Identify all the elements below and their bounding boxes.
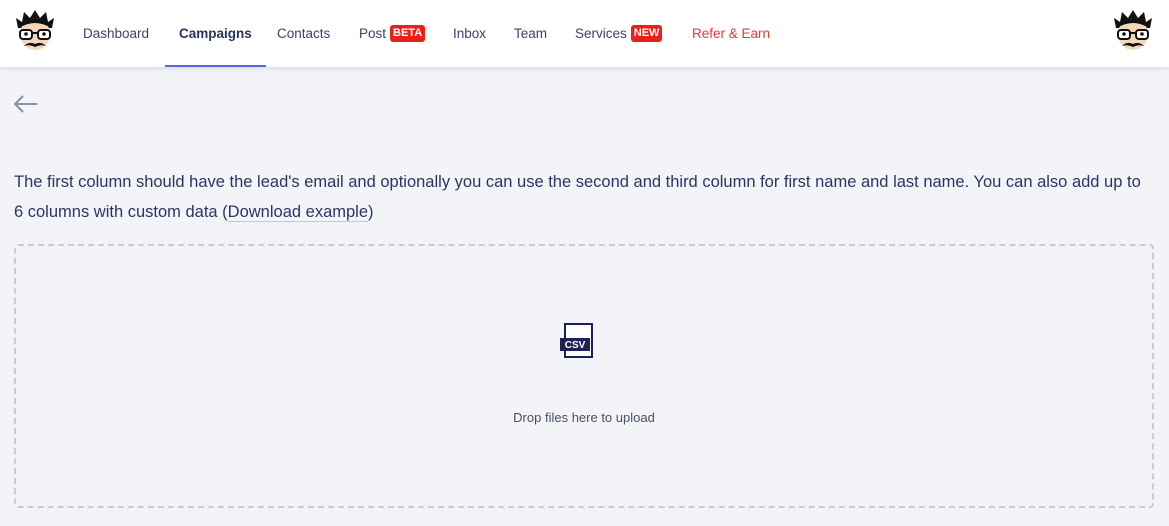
instructions-suffix: ) xyxy=(368,202,374,221)
nav-refer-earn[interactable]: Refer & Earn xyxy=(692,0,770,67)
nav-dashboard-label: Dashboard xyxy=(83,26,150,41)
nav-contacts[interactable]: Contacts xyxy=(277,0,330,67)
nav-campaigns-label: Campaigns xyxy=(179,26,252,41)
nav-contacts-label: Contacts xyxy=(277,26,331,41)
beta-badge: BETA xyxy=(390,25,426,42)
nav-campaigns[interactable]: Campaigns xyxy=(165,0,266,67)
csv-file-icon: CSV xyxy=(560,323,593,358)
download-example-link[interactable]: Download example xyxy=(227,202,369,222)
instructions-text: The first column should have the lead's … xyxy=(14,173,1141,221)
nav-inbox-label: Inbox xyxy=(453,26,487,41)
upload-instructions: The first column should have the lead's … xyxy=(14,168,1154,227)
nav-dashboard[interactable]: Dashboard xyxy=(83,0,149,67)
nav-team[interactable]: Team xyxy=(514,0,547,67)
nav-post-label: Post xyxy=(359,26,387,41)
arrow-left-icon[interactable] xyxy=(13,94,39,114)
dropzone-text: Drop files here to upload xyxy=(513,410,655,425)
nav-services[interactable]: Services NEW xyxy=(575,0,663,67)
file-dropzone[interactable]: CSV Drop files here to upload xyxy=(14,244,1154,508)
nav-inbox[interactable]: Inbox xyxy=(453,0,486,67)
csv-icon-label: CSV xyxy=(565,340,586,351)
new-badge: NEW xyxy=(630,25,663,42)
user-avatar-icon[interactable] xyxy=(1112,8,1154,56)
nav-post[interactable]: Post BETA xyxy=(359,0,426,67)
nav-refer-label: Refer & Earn xyxy=(692,26,771,41)
nav-services-label: Services xyxy=(575,26,627,41)
top-navbar: Dashboard Campaigns Contacts Post BETA I… xyxy=(0,0,1169,67)
main-nav: Dashboard Campaigns Contacts Post BETA I… xyxy=(0,0,900,67)
nav-team-label: Team xyxy=(514,26,548,41)
